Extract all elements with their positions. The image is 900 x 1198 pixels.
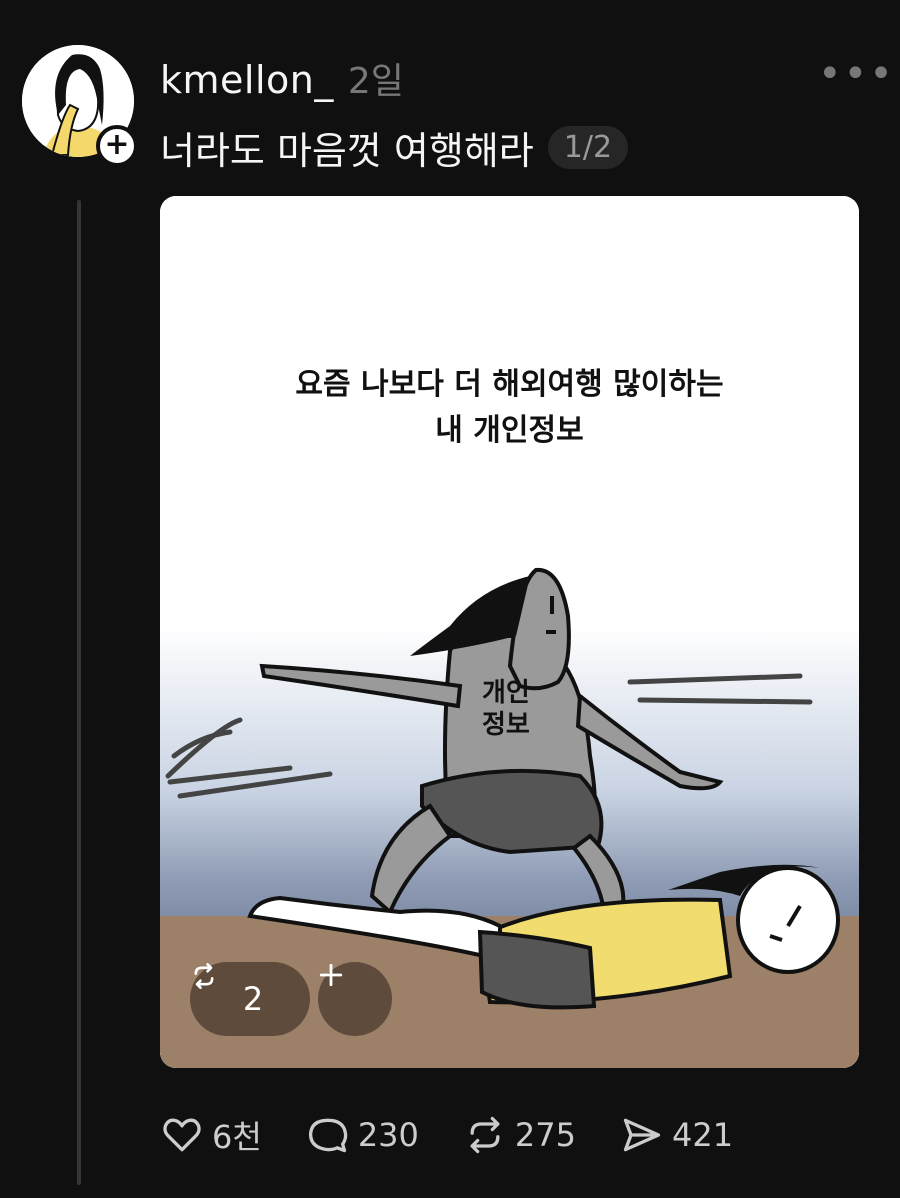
- comment-icon: [308, 1118, 348, 1153]
- post-time: 2일: [347, 61, 404, 102]
- comment-button[interactable]: 230: [306, 1113, 419, 1157]
- thread-line: [77, 200, 81, 1185]
- repost-icon: [470, 1116, 500, 1154]
- comic-illustration: [160, 196, 859, 1068]
- shirt-label-line-2: 정보: [482, 710, 530, 740]
- repost-count: 275: [514, 1116, 576, 1154]
- repost-button[interactable]: 275: [463, 1113, 576, 1157]
- repost-icon: [194, 963, 214, 989]
- shirt-label-line-1: 개인: [482, 678, 530, 708]
- like-button[interactable]: 6천: [160, 1112, 262, 1158]
- username[interactable]: kmellon_: [160, 58, 334, 102]
- image-caption-line-2: 내 개인정보: [435, 413, 584, 448]
- follow-button[interactable]: +: [96, 125, 138, 167]
- more-horizontal-icon[interactable]: •••: [818, 54, 895, 94]
- media-repost-count: 2: [242, 980, 264, 1018]
- plus-icon: [319, 963, 343, 987]
- page-indicator: 1/2: [547, 126, 629, 169]
- plus-icon: +: [104, 127, 130, 162]
- share-button[interactable]: 421: [620, 1113, 733, 1157]
- share-count: 421: [671, 1116, 734, 1154]
- heart-icon: [163, 1118, 201, 1152]
- media-add-button[interactable]: [318, 962, 392, 1036]
- comment-count: 230: [357, 1116, 419, 1154]
- post-image[interactable]: 요즘 나보다 더 해외여행 많이하는 내 개인정보 개인 정보 2: [160, 196, 859, 1068]
- post-text: 너라도 마음껏 여행해라: [160, 129, 534, 173]
- send-icon: [623, 1118, 661, 1152]
- media-repost-chip[interactable]: 2: [190, 962, 310, 1036]
- image-caption-line-1: 요즘 나보다 더 해외여행 많이하는: [295, 367, 724, 402]
- like-count: 6천: [212, 1118, 262, 1156]
